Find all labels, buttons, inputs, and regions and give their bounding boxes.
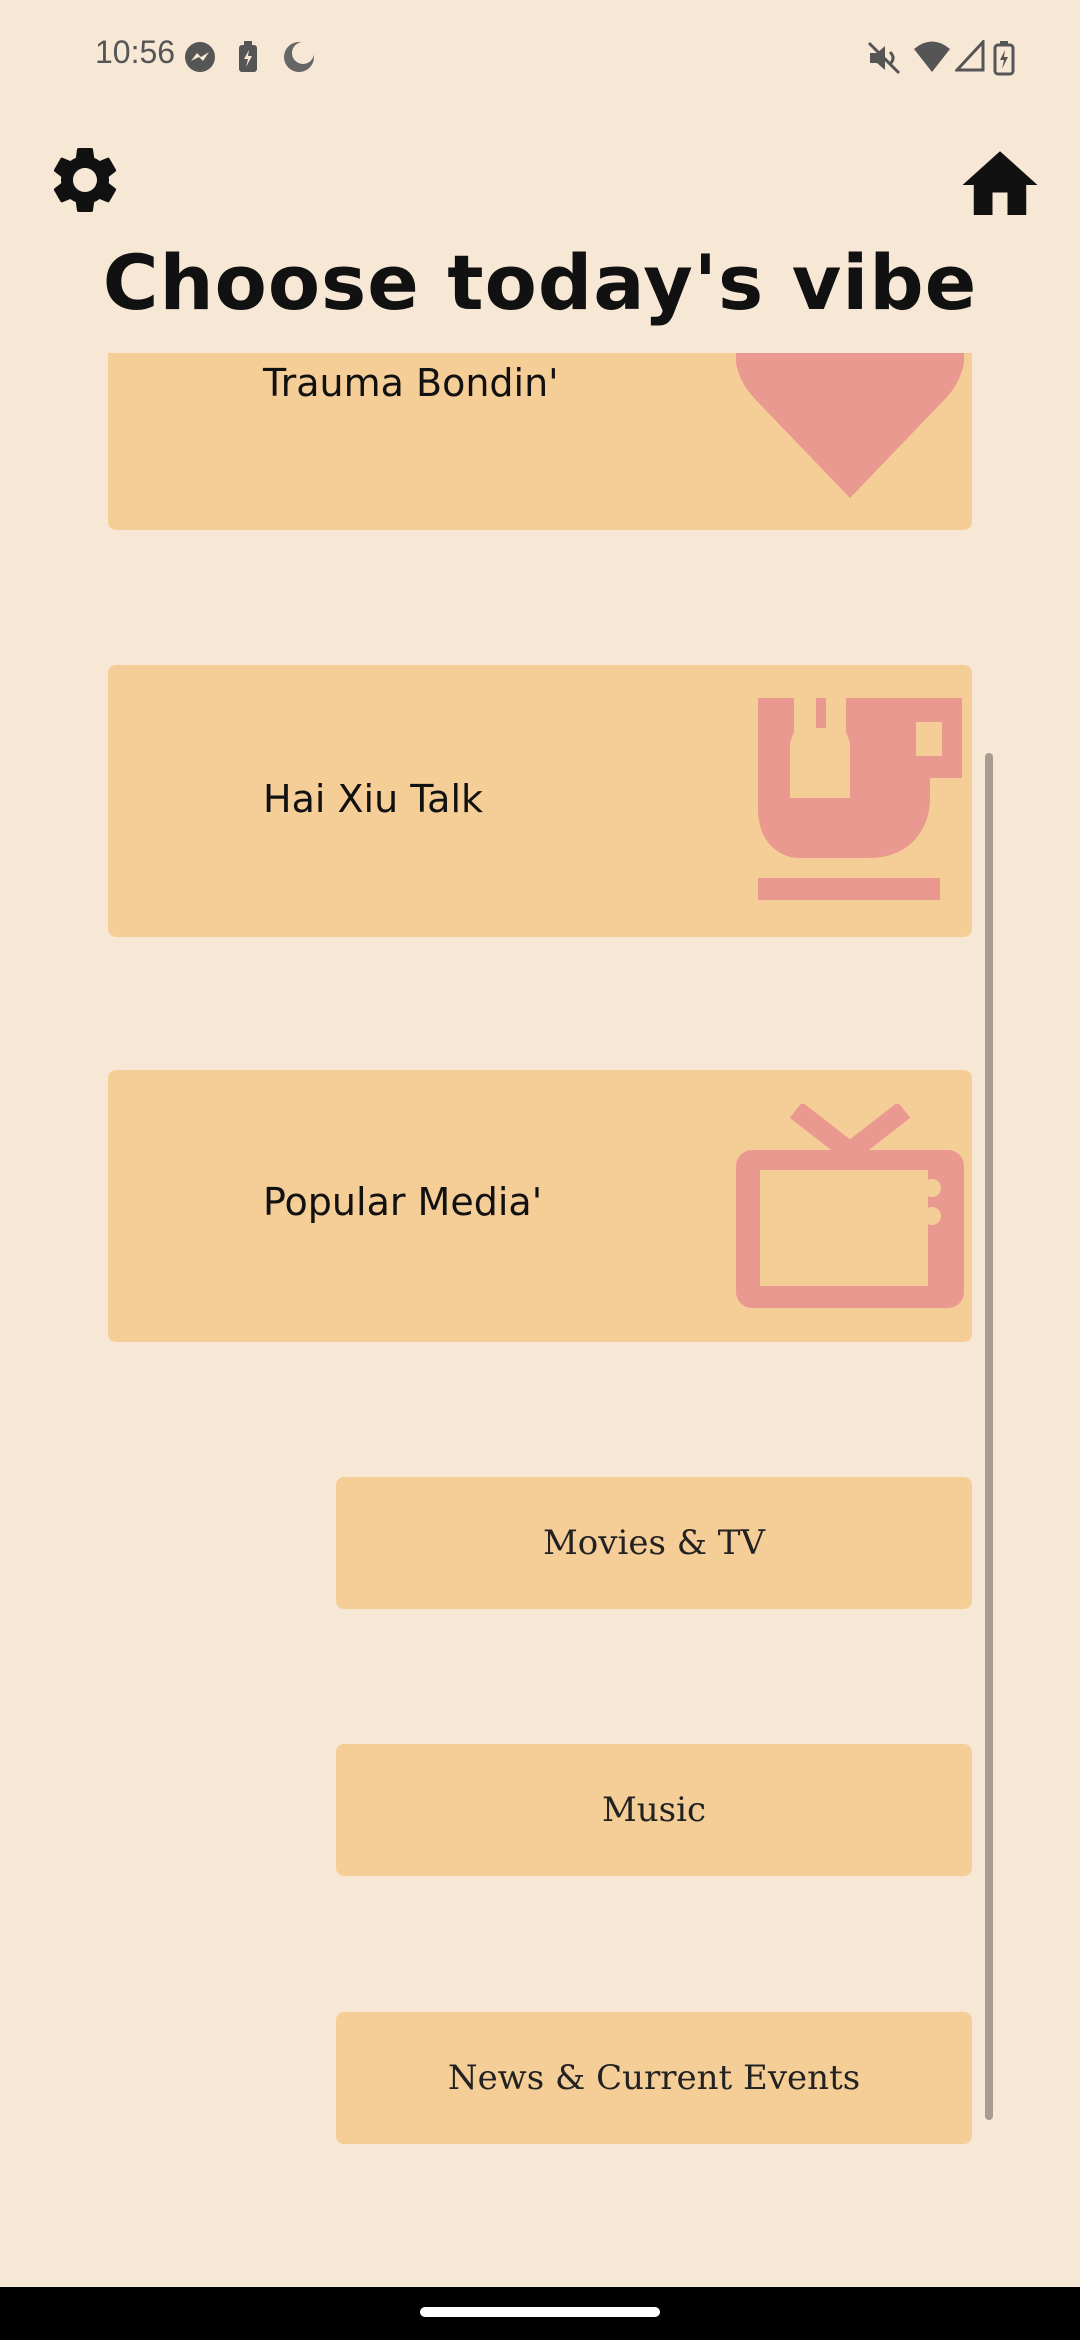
card-hai-xiu-talk[interactable]: Hai Xiu Talk: [108, 665, 972, 937]
card-label: Trauma Bondin': [263, 361, 559, 405]
settings-button[interactable]: [45, 140, 125, 220]
option-music[interactable]: Music: [336, 1744, 972, 1876]
card-label: Popular Media': [263, 1180, 543, 1224]
home-gesture-handle[interactable]: [420, 2307, 660, 2317]
navigation-bar: [0, 2287, 1080, 2340]
wifi-icon: [913, 40, 951, 78]
mute-icon: [866, 40, 902, 80]
home-icon: [955, 151, 1045, 234]
option-movies-tv[interactable]: Movies & TV: [336, 1477, 972, 1609]
battery-charging-icon: [993, 40, 1015, 80]
page-title: Choose today's vibe: [102, 238, 978, 327]
status-bar: 10:56: [0, 0, 1080, 110]
signal-icon: [953, 38, 985, 76]
messenger-icon: [183, 40, 217, 78]
heart-icon: [734, 353, 966, 502]
scrollbar[interactable]: [985, 753, 993, 2120]
vibe-list[interactable]: Trauma Bondin' Hai Xiu Talk Popular Medi…: [0, 353, 1080, 2283]
home-button[interactable]: [955, 140, 1045, 230]
top-bar: [0, 130, 1080, 240]
option-news-current-events[interactable]: News & Current Events: [336, 2012, 972, 2144]
tea-cup-icon: [758, 698, 968, 907]
night-mode-icon: [282, 40, 316, 78]
status-time: 10:56: [95, 34, 176, 70]
card-label: Hai Xiu Talk: [263, 777, 484, 821]
card-popular-media[interactable]: Popular Media': [108, 1070, 972, 1342]
tv-icon: [736, 1102, 964, 1318]
card-trauma-bondin[interactable]: Trauma Bondin': [108, 353, 972, 530]
battery-saver-icon: [236, 40, 260, 78]
gear-icon: [45, 147, 125, 224]
